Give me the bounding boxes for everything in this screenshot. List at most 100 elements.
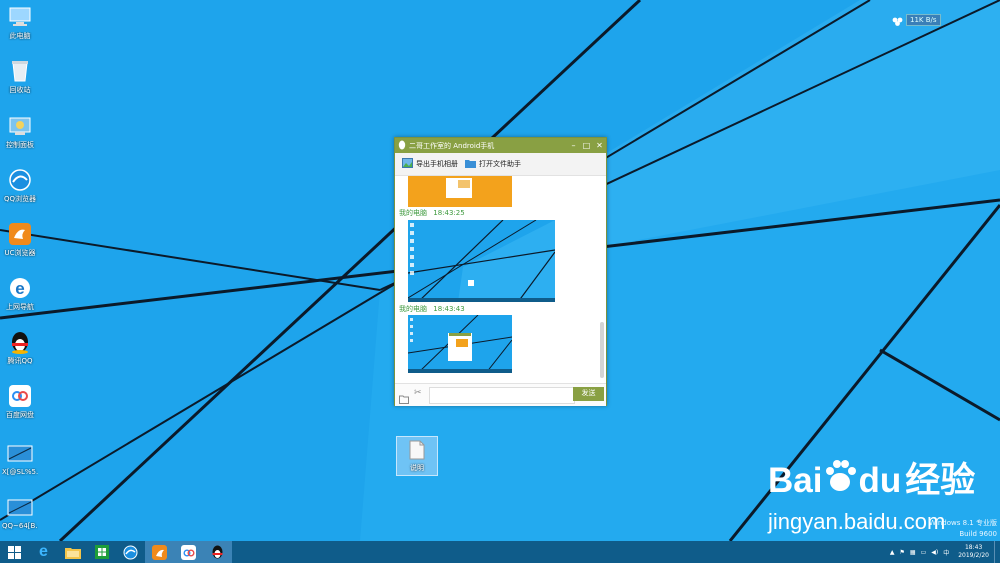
taskbar-ie[interactable]: e: [29, 541, 58, 563]
folder-icon: [64, 547, 81, 559]
maximize-button[interactable]: □: [580, 138, 593, 153]
paw-icon: [823, 458, 857, 503]
ie-icon: e: [7, 275, 33, 301]
message-scrollbar[interactable]: [600, 322, 604, 378]
chat-titlebar[interactable]: 二哥工作室的 Android手机 – □ ✕: [395, 138, 606, 153]
start-button[interactable]: [0, 541, 29, 563]
taskbar-qq-browser[interactable]: [116, 541, 145, 563]
flag-icon[interactable]: ⚑: [900, 549, 905, 556]
desktop-icon-recycle-bin[interactable]: 回收站: [2, 58, 38, 95]
qq-icon: [7, 329, 33, 355]
desktop-icon-label: 回收站: [9, 86, 31, 94]
export-photos-label: 导出手机相册: [416, 160, 458, 168]
open-file-assistant-button[interactable]: 打开文件助手: [465, 159, 521, 170]
message-input[interactable]: [429, 387, 575, 404]
keyboard-icon[interactable]: ▦: [910, 549, 916, 556]
open-file-assistant-label: 打开文件助手: [479, 160, 521, 168]
desktop-icon-label: UC浏览器: [4, 249, 36, 257]
qq-browser-icon: [7, 167, 33, 193]
desktop-icon-qq[interactable]: 腾讯QQ: [2, 329, 38, 366]
desktop-icon-image-2[interactable]: QQ~64[B...: [2, 494, 38, 531]
recycle-bin-icon: [7, 58, 33, 84]
show-desktop-button[interactable]: [994, 541, 998, 563]
taskbar-store[interactable]: [87, 541, 116, 563]
desktop-file-label: 说明: [410, 464, 424, 472]
ie-icon: e: [39, 543, 48, 560]
network-icon: [892, 11, 903, 30]
qq-icon: [212, 545, 223, 558]
network-status-icon[interactable]: ▭: [921, 549, 927, 556]
chat-title: 二哥工作室的 Android手机: [409, 141, 495, 150]
desktop-icon-qq-browser[interactable]: QQ浏览器: [2, 167, 38, 204]
computer-icon: [7, 4, 33, 30]
folder-icon: [465, 159, 476, 170]
desktop-icon-computer[interactable]: 此电脑: [2, 4, 38, 41]
desktop-icon-label: QQ浏览器: [3, 195, 37, 203]
message-header: 我的电脑 18:43:43: [399, 304, 465, 314]
ime-icon[interactable]: 中: [943, 548, 949, 557]
windows-build: Build 9600: [959, 530, 997, 538]
network-speed-value: 11K B/s: [906, 14, 941, 26]
baidu-netdisk-icon: [7, 383, 33, 409]
windows-logo-icon: [8, 545, 21, 559]
taskbar-baidu-netdisk[interactable]: [174, 541, 203, 563]
clock-date: 2019/2/20: [958, 552, 989, 559]
folder-icon[interactable]: [399, 389, 409, 408]
qq-icon: [398, 140, 406, 152]
desktop-icon-ie[interactable]: e 上网导航: [2, 275, 38, 312]
chat-window[interactable]: 二哥工作室的 Android手机 – □ ✕ 导出手机相册 打开文件助手 我的电…: [394, 137, 607, 406]
taskbar-file-explorer[interactable]: [58, 541, 87, 563]
message-image[interactable]: [408, 176, 512, 207]
clock[interactable]: 18:43 2019/2/20: [958, 544, 989, 560]
image-file-icon: [7, 440, 33, 466]
windows-edition: Windows 8.1 专业版: [929, 519, 997, 527]
message-time: 18:43:25: [433, 209, 465, 217]
watermark-brand-right: du: [858, 460, 902, 500]
desktop-icon-control-panel[interactable]: 控制面板: [2, 113, 38, 150]
desktop-icon-label: 腾讯QQ: [7, 357, 33, 365]
system-tray: ▲ ⚑ ▦ ▭ ◀) 中 18:43 2019/2/20: [890, 541, 998, 563]
scissors-icon[interactable]: ✂: [414, 388, 422, 398]
taskbar-uc-browser[interactable]: [145, 541, 174, 563]
close-button[interactable]: ✕: [593, 138, 606, 153]
watermark-brand-cn: 经验: [905, 460, 976, 500]
message-image[interactable]: [408, 315, 512, 373]
desktop-icon-label: 百度网盘: [6, 411, 34, 419]
desktop-icon-uc-browser[interactable]: UC浏览器: [2, 221, 38, 258]
watermark-brand-left: Bai: [768, 460, 823, 500]
uc-browser-icon: [7, 221, 33, 247]
desktop-icon-label: 上网导航: [6, 303, 34, 311]
desktop-icon-label: QQ~64[B...: [2, 522, 38, 530]
send-button[interactable]: 发送: [573, 387, 604, 401]
desktop-icon-baidu-netdisk[interactable]: 百度网盘: [2, 383, 38, 420]
svg-text:e: e: [15, 279, 24, 298]
desktop-icon-label: 控制面板: [6, 141, 34, 149]
photo-album-icon: [402, 158, 413, 170]
message-header: 我的电脑 18:43:25: [399, 208, 465, 218]
tray-expand-icon[interactable]: ▲: [890, 549, 895, 556]
network-speed-widget[interactable]: 11K B/s: [892, 14, 941, 26]
message-time: 18:43:43: [433, 305, 465, 313]
image-file-icon: [7, 494, 33, 520]
desktop-file-icon[interactable]: 说明: [396, 436, 438, 476]
windows-version-text: Windows 8.1 专业版 Build 9600: [929, 518, 997, 540]
chat-toolbar: 导出手机相册 打开文件助手: [395, 153, 606, 176]
chat-input-bar: ✂ 发送: [395, 383, 606, 406]
desktop-icon-label: 此电脑: [9, 32, 31, 40]
volume-icon[interactable]: ◀): [931, 549, 938, 556]
message-sender: 我的电脑: [399, 209, 427, 217]
desktop-icon-image-1[interactable]: X[@SL%5...: [2, 440, 38, 477]
export-photos-button[interactable]: 导出手机相册: [402, 158, 458, 170]
taskbar: e ▲ ⚑ ▦ ▭ ◀) 中 18:43 2019/2/20: [0, 541, 1000, 563]
store-icon: [94, 545, 109, 559]
message-list[interactable]: 我的电脑 18:43:25 我的电脑 18:43:43: [395, 176, 606, 383]
uc-browser-icon: [152, 544, 167, 560]
control-panel-icon: [7, 113, 33, 139]
desktop-icon-label: X[@SL%5...: [2, 468, 38, 476]
clock-time: 18:43: [964, 544, 983, 551]
message-image[interactable]: [408, 220, 555, 302]
qq-browser-icon: [123, 545, 138, 559]
taskbar-qq[interactable]: [203, 541, 232, 563]
minimize-button[interactable]: –: [567, 138, 580, 153]
document-icon: [409, 440, 425, 460]
